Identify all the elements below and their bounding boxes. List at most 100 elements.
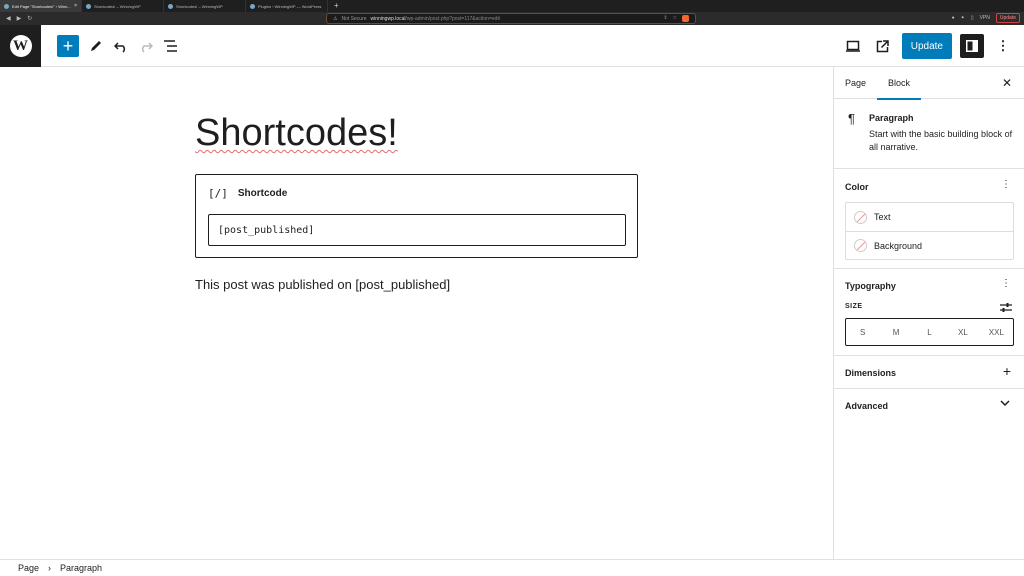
url-path: /wp-admin/post.php?post=117&action=edit xyxy=(405,15,500,22)
typography-panel-title: Typography xyxy=(845,281,896,291)
new-tab-button[interactable]: + xyxy=(328,0,345,12)
update-button[interactable]: Update xyxy=(901,33,952,59)
shortcode-block-header: [/] Shortcode xyxy=(208,187,287,200)
editor-header: W + Update ⋮ xyxy=(0,25,1024,67)
preview-button[interactable] xyxy=(842,33,864,59)
color-item-label: Text xyxy=(874,212,891,222)
color-panel-title: Color xyxy=(845,182,869,192)
advanced-panel-title: Advanced xyxy=(845,401,889,411)
chevron-down-icon xyxy=(1000,400,1010,407)
puzzle-icon[interactable]: ✦ xyxy=(961,15,965,21)
reload-icon[interactable]: ↻ xyxy=(27,15,32,22)
browser-address-bar-row: ◀ ▶ ↻ ⚠ Not Secure winningwp.local/wp-ad… xyxy=(0,12,1024,25)
not-secure-label: Not Secure xyxy=(341,15,367,22)
back-icon[interactable]: ◀ xyxy=(6,15,11,22)
font-size-label: SIZE xyxy=(845,303,863,310)
url-bar[interactable]: ⚠ Not Secure winningwp.local/wp-admin/po… xyxy=(326,13,696,24)
block-inserter-button[interactable]: + xyxy=(57,35,79,57)
bookmark-icon[interactable]: ☆ xyxy=(673,15,677,22)
color-options-icon[interactable]: ⋮ xyxy=(1001,179,1011,190)
list-view-icon xyxy=(164,40,177,52)
view-page-button[interactable] xyxy=(872,33,894,59)
browser-tab-strip: Edit Page "Shortcodes!" ‹ Winn... × Short… xyxy=(0,0,1024,12)
url-host: winningwp.local xyxy=(370,15,406,22)
browser-tab[interactable]: Shortcodes! – WinningWP xyxy=(82,0,164,12)
plus-icon: + xyxy=(62,36,74,56)
block-card-title: Paragraph xyxy=(869,113,914,123)
no-color-swatch-icon xyxy=(854,239,867,252)
external-link-icon xyxy=(877,39,889,52)
close-tab-icon[interactable]: × xyxy=(74,3,77,9)
color-text-option[interactable]: Text xyxy=(846,203,1013,231)
shortcode-input[interactable]: [post_published] xyxy=(208,214,626,246)
browser-tab[interactable]: Plugins ‹ WinningWP — WordPress xyxy=(246,0,328,12)
extension-icon[interactable]: ● xyxy=(952,15,955,21)
color-panel: Color ⋮ Text Background xyxy=(834,169,1024,269)
color-list: Text Background xyxy=(845,202,1014,260)
plus-icon[interactable]: + xyxy=(1003,363,1011,379)
color-item-label: Background xyxy=(874,240,923,251)
share-icon[interactable]: ⇪ xyxy=(663,15,667,22)
typography-panel: Typography ⋮ SIZE S M L XL XXL xyxy=(834,269,1024,356)
browser-tab-title: Shortcodes! – WinningWP xyxy=(94,3,141,9)
breadcrumb-item-paragraph[interactable]: Paragraph xyxy=(60,563,102,573)
site-favicon-icon xyxy=(86,3,91,9)
wordpress-logo-icon: W xyxy=(9,35,32,57)
advanced-panel[interactable]: Advanced xyxy=(834,389,1024,422)
size-option-xl[interactable]: XL xyxy=(946,319,979,345)
vpn-label[interactable]: VPN xyxy=(980,15,990,21)
browser-tab-title: Edit Page "Shortcodes!" ‹ Winn... xyxy=(12,3,71,9)
typography-options-icon[interactable]: ⋮ xyxy=(1001,278,1011,289)
size-option-m[interactable]: M xyxy=(879,319,912,345)
block-card: ¶ Paragraph Start with the basic buildin… xyxy=(834,99,1024,169)
breadcrumb-item-page[interactable]: Page xyxy=(18,563,39,573)
sidebar-panel-icon xyxy=(966,40,978,52)
block-card-description: Start with the basic building block of a… xyxy=(869,129,1013,152)
settings-button[interactable] xyxy=(960,34,984,58)
browser-tab-title: Shortcodes! – WinningWP xyxy=(176,3,223,9)
tab-page[interactable]: Page xyxy=(834,67,877,99)
no-color-swatch-icon xyxy=(854,210,867,224)
size-option-l[interactable]: L xyxy=(913,319,946,345)
shortcode-block-label: Shortcode xyxy=(237,188,288,199)
document-overview-button[interactable] xyxy=(160,35,182,57)
dimensions-panel-title: Dimensions xyxy=(845,368,897,378)
tab-block[interactable]: Block xyxy=(877,67,922,100)
undo-icon xyxy=(114,42,126,53)
brave-shield-icon[interactable] xyxy=(682,15,689,22)
tools-button[interactable] xyxy=(85,35,107,57)
wordpress-favicon-icon xyxy=(4,3,9,9)
sidebar-toggle-icon[interactable]: ▯ xyxy=(971,15,974,21)
dimensions-panel[interactable]: Dimensions + xyxy=(834,356,1024,389)
post-title[interactable]: Shortcodes! xyxy=(195,112,398,155)
breadcrumb: Page › Paragraph xyxy=(0,559,1024,576)
font-size-picker: S M L XL XXL xyxy=(845,318,1014,346)
close-icon[interactable]: ✕ xyxy=(1002,76,1012,90)
settings-sliders-icon xyxy=(1000,303,1012,312)
redo-icon xyxy=(141,42,153,53)
settings-sidebar: Page Block ✕ ¶ Paragraph Start with the … xyxy=(833,67,1024,559)
editor-canvas: Shortcodes! [/] Shortcode [post_publishe… xyxy=(0,67,833,559)
options-button[interactable]: ⋮ xyxy=(992,33,1014,59)
vertical-dots-icon: ⋮ xyxy=(996,38,1010,53)
size-option-xxl[interactable]: XXL xyxy=(980,319,1013,345)
color-background-option[interactable]: Background xyxy=(846,231,1013,259)
site-favicon-icon xyxy=(168,3,173,9)
undo-button[interactable] xyxy=(110,35,132,57)
shortcode-block[interactable]: [/] Shortcode [post_published] xyxy=(195,174,638,258)
not-secure-icon: ⚠ xyxy=(333,15,338,22)
paragraph-block[interactable]: This post was published on [post_publish… xyxy=(195,277,450,292)
wordpress-logo-button[interactable]: W xyxy=(0,25,41,67)
custom-size-toggle[interactable] xyxy=(1000,300,1012,318)
size-option-s[interactable]: S xyxy=(846,319,879,345)
browser-tab[interactable]: Edit Page "Shortcodes!" ‹ Winn... × xyxy=(0,0,82,12)
sidebar-tabs: Page Block ✕ xyxy=(834,67,1024,100)
shortcode-icon: [/] xyxy=(208,187,228,200)
desktop-icon xyxy=(845,40,860,52)
redo-button[interactable] xyxy=(135,35,157,57)
browser-update-button[interactable]: Update xyxy=(995,13,1020,23)
chevron-right-icon: › xyxy=(48,563,52,573)
forward-icon[interactable]: ▶ xyxy=(17,15,22,22)
pencil-icon xyxy=(91,41,101,51)
browser-tab[interactable]: Shortcodes! – WinningWP xyxy=(164,0,246,12)
